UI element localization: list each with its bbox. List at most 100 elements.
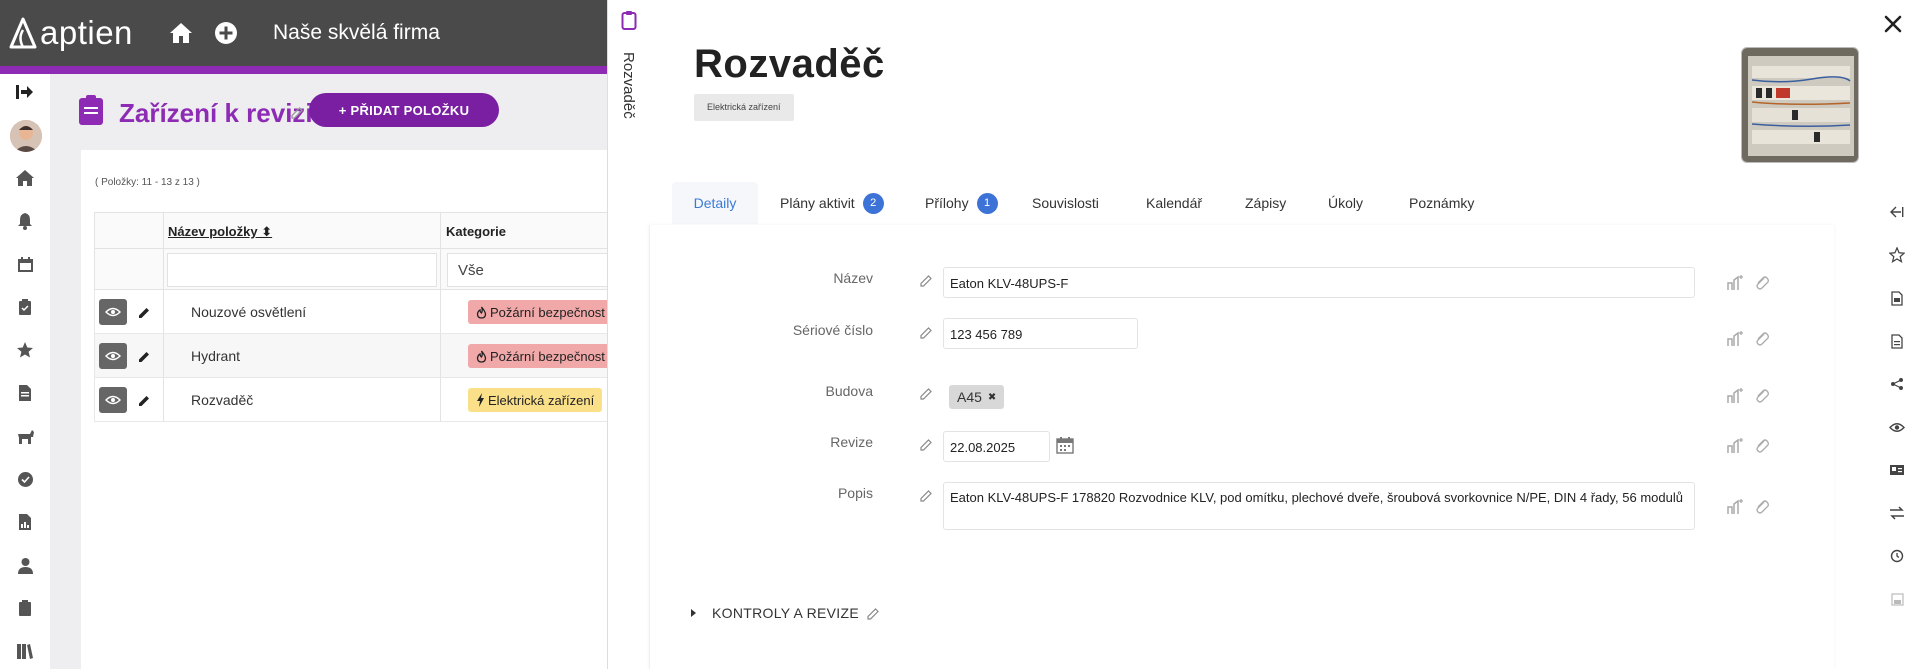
add-circle-icon[interactable] <box>214 21 238 45</box>
lightning-icon <box>477 393 484 407</box>
tab-poznamky[interactable]: Poznámky <box>1409 182 1474 224</box>
history-icon[interactable] <box>1887 546 1907 566</box>
clipboard-check-icon[interactable] <box>13 295 37 319</box>
collapse-left-icon[interactable] <box>1887 202 1907 222</box>
share-icon[interactable] <box>1887 374 1907 394</box>
item-photo[interactable] <box>1741 47 1859 163</box>
check-circle-icon[interactable] <box>13 467 37 491</box>
table-row[interactable]: Hydrant Požární bezpečnost <box>94 334 624 378</box>
company-name[interactable]: Naše skvělá firma <box>273 21 440 45</box>
detail-title: Rozvaděč <box>694 42 885 86</box>
attachment-icon[interactable] <box>1754 275 1770 291</box>
star-outline-icon[interactable] <box>1887 245 1907 265</box>
activity-plan-icon[interactable] <box>1726 438 1744 454</box>
fire-icon <box>476 306 487 319</box>
drawer-tab-label: Rozvaděč <box>620 52 637 119</box>
attachment-icon[interactable] <box>1754 438 1770 454</box>
view-button[interactable] <box>99 387 127 413</box>
detail-tabs: Detaily Plány aktivit 2 Přílohy 1 Souvislo… <box>672 182 1848 224</box>
logo[interactable]: aptien <box>8 14 133 52</box>
item-count: ( Položky: 11 - 13 z 13 ) <box>95 177 200 188</box>
document-icon[interactable] <box>1887 331 1907 351</box>
column-header-category: Kategorie <box>446 224 506 239</box>
home-icon[interactable] <box>168 20 194 46</box>
star-icon[interactable] <box>13 338 37 362</box>
attachment-icon[interactable] <box>1754 388 1770 404</box>
tab-souvislosti[interactable]: Souvislosti <box>1032 182 1099 224</box>
tab-ukoly[interactable]: Úkoly <box>1328 182 1363 224</box>
table-row[interactable]: Nouzové osvětlení Požární bezpečnost <box>94 290 624 334</box>
eye-icon <box>105 351 121 361</box>
animal-icon[interactable] <box>13 424 37 448</box>
attachment-icon[interactable] <box>1754 331 1770 347</box>
list-card: ( Položky: 11 - 13 z 13 ) Název položky … <box>81 150 627 669</box>
field-popis[interactable]: Eaton KLV-48UPS-F 178820 Rozvodnice KLV,… <box>943 482 1695 530</box>
building-chip[interactable]: A45 ✖ <box>949 385 1005 409</box>
field-label-seriove-cislo: Sériové číslo <box>792 322 873 338</box>
top-header: aptien Naše skvělá firma <box>0 0 610 66</box>
pdf-icon[interactable] <box>1887 288 1907 308</box>
clipboard-page-icon <box>79 95 103 125</box>
category-filter-select[interactable]: Vše <box>447 253 627 287</box>
books-icon[interactable] <box>13 639 37 663</box>
edit-field-icon[interactable] <box>920 326 933 339</box>
table-row[interactable]: Rozvaděč Elektrická zařízení <box>94 378 624 422</box>
field-label-popis: Popis <box>837 485 873 501</box>
activity-plan-icon[interactable] <box>1726 388 1744 404</box>
tab-kalendar[interactable]: Kalendář <box>1146 182 1202 224</box>
field-revize-date[interactable]: 22.08.2025 <box>943 431 1050 462</box>
clipboard-icon <box>621 11 637 30</box>
save-icon[interactable] <box>1887 589 1907 609</box>
remove-chip-icon[interactable]: ✖ <box>988 392 996 403</box>
field-seriove-cislo[interactable]: 123 456 789 <box>943 318 1138 349</box>
calendar-picker-icon[interactable] <box>1056 436 1074 454</box>
calendar-icon[interactable] <box>13 252 37 276</box>
bell-icon[interactable] <box>13 209 37 233</box>
type-badge: Elektrická zařízení <box>694 94 794 121</box>
clipboard-icon[interactable] <box>13 596 37 620</box>
logo-text: aptien <box>40 14 133 51</box>
view-button[interactable] <box>99 299 127 325</box>
tab-prilohy[interactable]: Přílohy 1 <box>925 182 998 224</box>
field-label-budova: Budova <box>825 383 873 399</box>
edit-title-icon[interactable] <box>290 106 304 120</box>
category-badge: Požární bezpečnost <box>468 300 613 324</box>
edit-field-icon[interactable] <box>920 438 933 451</box>
edit-field-icon[interactable] <box>920 489 933 502</box>
row-name: Hydrant <box>191 348 241 364</box>
edit-field-icon[interactable] <box>920 387 933 400</box>
activity-plan-icon[interactable] <box>1726 499 1744 515</box>
close-icon[interactable] <box>1882 13 1904 35</box>
drawer-side-tab[interactable]: Rozvaděč <box>607 0 649 669</box>
kontroly-section-toggle[interactable]: KONTROLY A REVIZE <box>690 605 880 621</box>
caret-right-icon <box>691 609 696 617</box>
home-icon[interactable] <box>13 166 37 190</box>
id-card-icon[interactable] <box>1887 460 1907 480</box>
tab-plany-aktivit[interactable]: Plány aktivit 2 <box>780 182 884 224</box>
report-icon[interactable] <box>13 510 37 534</box>
main-content: Zařízení k revizi + PŘIDAT POLOŽKU ( Pol… <box>50 74 627 669</box>
edit-field-icon[interactable] <box>920 274 933 287</box>
tab-zapisy[interactable]: Zápisy <box>1245 182 1286 224</box>
activity-plan-icon[interactable] <box>1726 331 1744 347</box>
tab-detaily[interactable]: Detaily <box>672 182 758 224</box>
person-icon[interactable] <box>13 553 37 577</box>
details-panel: Název Eaton KLV-48UPS-F Sériové číslo 12… <box>649 225 1834 669</box>
pencil-icon <box>138 351 149 362</box>
edit-button[interactable] <box>131 387 157 413</box>
column-header-name[interactable]: Název položky ⬍ <box>168 224 272 240</box>
eye-icon[interactable] <box>1887 417 1907 437</box>
field-nazev[interactable]: Eaton KLV-48UPS-F <box>943 267 1695 298</box>
edit-button[interactable] <box>131 343 157 369</box>
attachment-icon[interactable] <box>1754 499 1770 515</box>
view-button[interactable] <box>99 343 127 369</box>
avatar[interactable] <box>10 120 42 152</box>
name-filter-input[interactable] <box>167 253 437 287</box>
activity-plan-icon[interactable] <box>1726 275 1744 291</box>
pencil-icon <box>138 395 149 406</box>
edit-button[interactable] <box>131 299 157 325</box>
transfer-icon[interactable] <box>1887 503 1907 523</box>
add-item-button[interactable]: + PŘIDAT POLOŽKU <box>309 93 499 127</box>
document-icon[interactable] <box>13 381 37 405</box>
logout-icon[interactable] <box>13 80 37 104</box>
